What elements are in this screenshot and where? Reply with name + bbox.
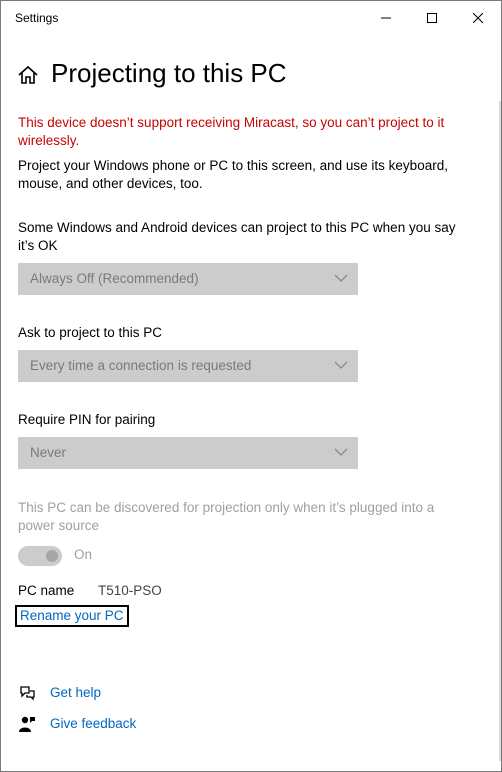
pin-dropdown[interactable]: Never [18, 437, 358, 469]
toggle-knob [46, 550, 58, 562]
settings-window: Settings Projecting to this PC This devi… [0, 0, 502, 772]
ask-value: Every time a connection is requested [30, 358, 252, 373]
availability-dropdown[interactable]: Always Off (Recommended) [18, 263, 358, 295]
discover-toggle[interactable] [18, 546, 62, 566]
page-header: Projecting to this PC [1, 53, 501, 97]
feedback-person-icon [19, 716, 35, 732]
page-title: Projecting to this PC [51, 58, 287, 88]
pin-value: Never [30, 445, 67, 460]
chevron-down-icon [334, 361, 348, 369]
miracast-warning: This device doesn’t support receiving Mi… [18, 115, 445, 148]
rename-pc-link[interactable]: Rename your PC [15, 605, 129, 627]
chevron-down-icon [334, 274, 348, 282]
minimize-icon [381, 17, 391, 19]
title-bar[interactable]: Settings [1, 1, 501, 35]
close-icon [473, 13, 483, 23]
maximize-button[interactable] [409, 1, 455, 35]
scrollbar[interactable] [499, 101, 501, 761]
ask-label: Ask to project to this PC [18, 325, 163, 340]
chevron-down-icon [334, 448, 348, 456]
give-feedback-link[interactable]: Give feedback [50, 716, 136, 731]
ask-dropdown[interactable]: Every time a connection is requested [18, 350, 358, 382]
minimize-button[interactable] [363, 1, 409, 35]
home-icon[interactable] [17, 64, 39, 86]
availability-label: Some Windows and Android devices can pro… [18, 220, 456, 253]
pc-name-value: T510-PSO [98, 583, 162, 598]
availability-value: Always Off (Recommended) [30, 271, 199, 286]
pin-label: Require PIN for pairing [18, 412, 156, 427]
pc-name-label: PC name [18, 583, 75, 598]
close-button[interactable] [455, 1, 501, 35]
get-help-link[interactable]: Get help [50, 685, 101, 700]
window-title: Settings [15, 11, 59, 25]
maximize-icon [427, 13, 437, 23]
discover-label: This PC can be discovered for projection… [18, 500, 435, 533]
help-chat-icon [20, 686, 35, 701]
discover-toggle-state: On [74, 547, 93, 562]
intro-text: Project your Windows phone or PC to this… [18, 158, 448, 191]
